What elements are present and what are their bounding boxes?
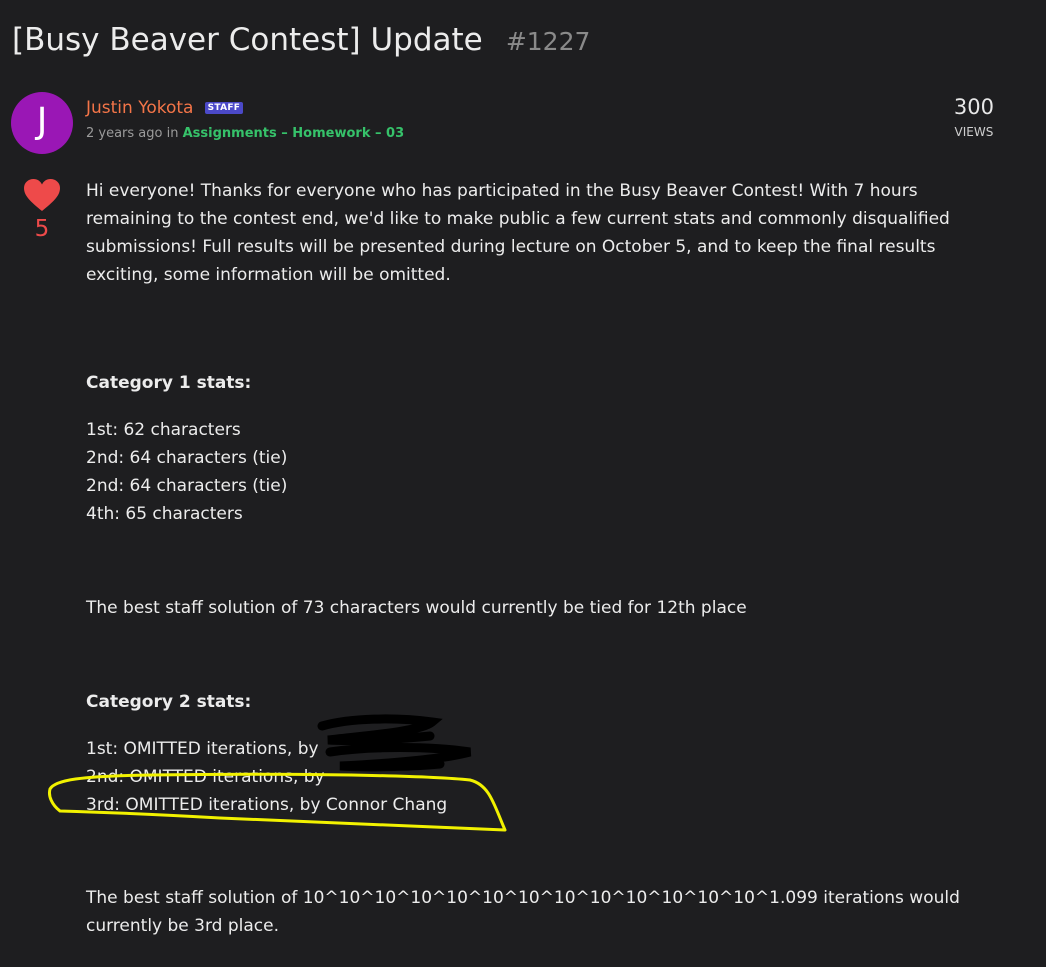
intro-paragraph: Hi everyone! Thanks for everyone who has… (86, 181, 950, 285)
category-2-item: 3rd: OMITTED iterations, by Connor Chang (86, 795, 448, 815)
category-1-item: 2nd: 64 characters (tie) (86, 476, 288, 496)
category-2-item: 1st: OMITTED iterations, by (86, 739, 319, 759)
post-meta: 2 years ago in Assignments – Homework – … (86, 126, 404, 141)
post-number[interactable]: #1227 (506, 27, 591, 56)
category-1-heading: Category 1 stats: (86, 373, 252, 393)
post-body: Hi everyone! Thanks for everyone who has… (86, 177, 996, 940)
staff-badge: STAFF (204, 102, 244, 114)
views-label: VIEWS (954, 125, 994, 139)
category-2-heading: Category 2 stats: (86, 692, 252, 712)
like-count: 5 (34, 216, 50, 242)
post-time: 2 years ago (86, 126, 163, 141)
views-counter: 300 VIEWS (954, 95, 994, 139)
avatar[interactable]: J (11, 92, 73, 154)
post-title: [Busy Beaver Contest] Update (12, 22, 483, 58)
category-1-item: 4th: 65 characters (86, 504, 243, 524)
category-1-item: 1st: 62 characters (86, 420, 241, 440)
category-1-note: The best staff solution of 73 characters… (86, 598, 747, 618)
views-count: 300 (953, 95, 994, 119)
category-link[interactable]: Assignments – Homework – 03 (183, 126, 405, 141)
heart-icon[interactable] (23, 178, 61, 212)
post-title-row: [Busy Beaver Contest] Update #1227 (12, 22, 590, 58)
like-button[interactable]: 5 (22, 178, 62, 242)
author-line: Justin Yokota STAFF (86, 98, 244, 118)
author-name[interactable]: Justin Yokota (86, 98, 193, 118)
category-2-note: The best staff solution of 10^10^10^10^1… (86, 888, 960, 936)
in-label: in (166, 126, 179, 141)
category-1-item: 2nd: 64 characters (tie) (86, 448, 288, 468)
category-2-item: 2nd: OMITTED iterations, by (86, 767, 325, 787)
